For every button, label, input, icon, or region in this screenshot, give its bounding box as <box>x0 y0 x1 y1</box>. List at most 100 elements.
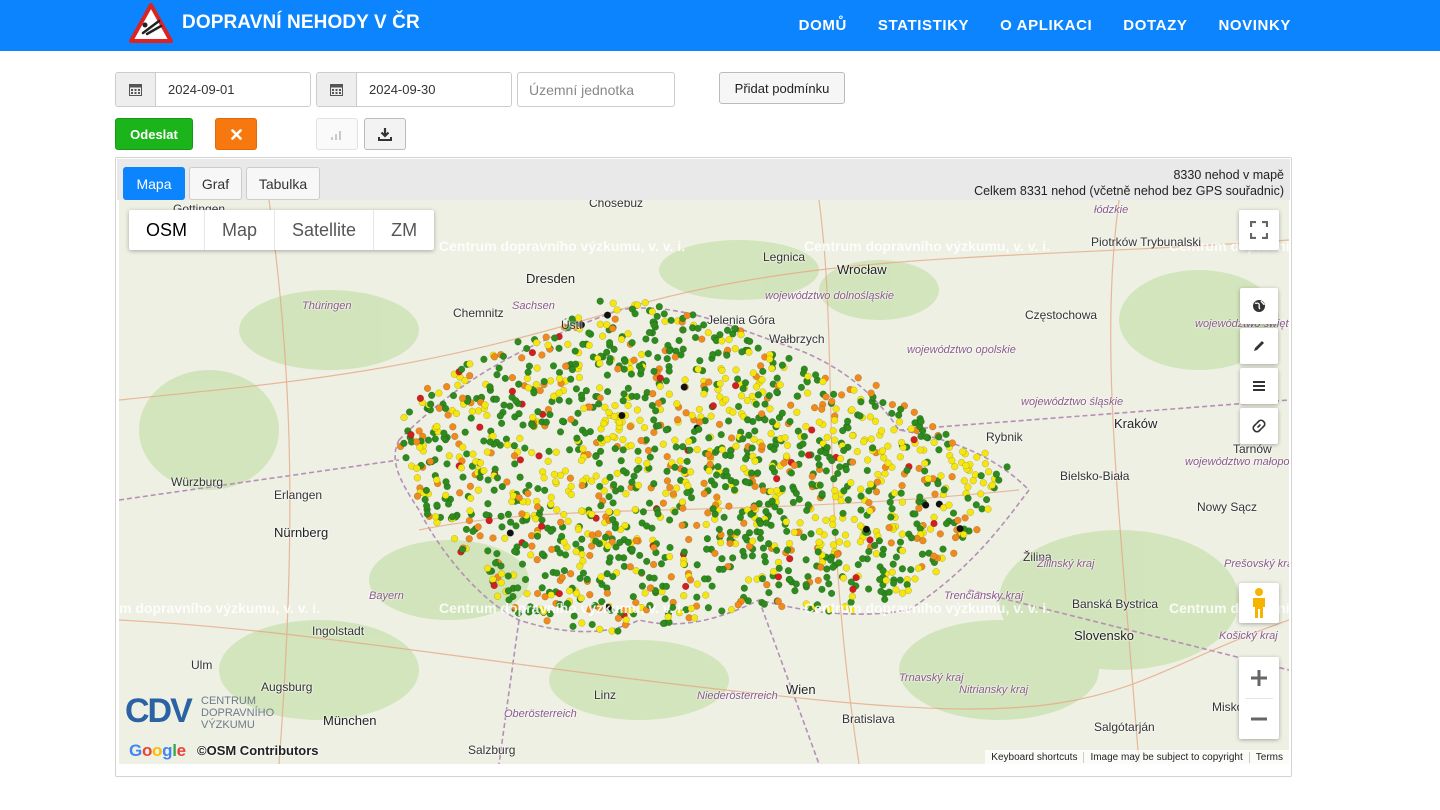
accident-point[interactable] <box>823 433 831 442</box>
accident-point[interactable] <box>547 500 555 508</box>
accident-point[interactable] <box>823 565 831 573</box>
accident-point[interactable] <box>886 498 894 506</box>
accident-point[interactable] <box>714 462 722 471</box>
accident-point[interactable] <box>558 573 566 582</box>
accident-point[interactable] <box>603 321 611 329</box>
accident-point[interactable] <box>839 574 848 582</box>
accident-point[interactable] <box>768 364 776 373</box>
accident-point[interactable] <box>911 575 919 583</box>
accident-point[interactable] <box>595 459 603 467</box>
clear-button[interactable] <box>215 118 257 150</box>
accident-point[interactable] <box>754 469 762 477</box>
share-link-button[interactable] <box>1240 408 1278 444</box>
accident-point[interactable] <box>592 537 600 545</box>
accident-point[interactable] <box>638 582 647 590</box>
accident-point[interactable] <box>552 448 560 456</box>
accident-point[interactable] <box>556 471 565 479</box>
accident-point[interactable] <box>730 486 739 494</box>
accident-point[interactable] <box>930 552 938 560</box>
accident-point[interactable] <box>865 498 873 507</box>
accident-point[interactable] <box>527 551 535 559</box>
accident-point[interactable] <box>929 423 937 431</box>
accident-point[interactable] <box>476 532 484 540</box>
accident-point[interactable] <box>683 311 691 320</box>
accident-point[interactable] <box>631 505 639 514</box>
accident-point[interactable] <box>831 493 840 501</box>
accident-point[interactable] <box>694 365 702 373</box>
accident-point[interactable] <box>921 467 929 475</box>
accident-point[interactable] <box>536 386 544 395</box>
accident-point[interactable] <box>754 391 763 399</box>
accident-point[interactable] <box>907 425 915 433</box>
accident-point[interactable] <box>518 560 527 568</box>
accident-point[interactable] <box>716 380 724 388</box>
accident-point[interactable] <box>428 391 436 399</box>
accident-point[interactable] <box>678 498 687 506</box>
accident-point[interactable] <box>555 589 563 598</box>
accident-point[interactable] <box>887 513 895 521</box>
accident-point[interactable] <box>868 444 877 452</box>
accident-point[interactable] <box>624 538 632 546</box>
accident-point[interactable] <box>907 565 915 574</box>
accident-point[interactable] <box>514 338 522 346</box>
nav-item-queries[interactable]: DOTAZY <box>1123 17 1187 34</box>
accident-point[interactable] <box>567 415 575 424</box>
accident-point[interactable] <box>665 552 674 561</box>
accident-point[interactable] <box>718 445 726 454</box>
accident-point[interactable] <box>435 444 443 453</box>
accident-point[interactable] <box>565 446 574 454</box>
accident-point[interactable] <box>617 485 625 493</box>
accident-point[interactable] <box>491 559 500 567</box>
accident-point[interactable] <box>624 330 632 338</box>
accident-point[interactable] <box>935 433 943 441</box>
accident-point[interactable] <box>896 576 904 584</box>
accident-point[interactable] <box>630 472 638 480</box>
accident-point[interactable] <box>555 368 564 377</box>
accident-point[interactable] <box>544 457 552 465</box>
accident-point[interactable] <box>896 538 905 546</box>
accident-point[interactable] <box>865 487 873 495</box>
accident-point[interactable] <box>480 355 488 363</box>
accident-point[interactable] <box>445 452 453 460</box>
accident-point[interactable] <box>618 411 626 420</box>
accident-point[interactable] <box>773 486 781 495</box>
accident-point[interactable] <box>850 386 858 394</box>
accident-point[interactable] <box>433 422 441 431</box>
accident-point[interactable] <box>533 556 541 564</box>
accident-point[interactable] <box>785 354 793 363</box>
accident-point[interactable] <box>548 545 556 554</box>
accident-point[interactable] <box>449 423 457 431</box>
accident-point[interactable] <box>422 502 431 510</box>
accident-point[interactable] <box>771 503 779 511</box>
accident-point[interactable] <box>659 499 668 507</box>
nav-item-statistics[interactable]: STATISTIKY <box>878 17 969 34</box>
accident-point[interactable] <box>514 584 522 592</box>
accident-point[interactable] <box>878 447 887 455</box>
accident-point[interactable] <box>981 460 990 468</box>
accident-point[interactable] <box>461 428 469 436</box>
accident-point[interactable] <box>895 418 904 426</box>
accident-point[interactable] <box>860 438 868 446</box>
accident-point[interactable] <box>783 546 792 554</box>
accident-point[interactable] <box>847 479 855 487</box>
accident-point[interactable] <box>736 513 745 521</box>
accident-point[interactable] <box>979 479 988 487</box>
accident-point[interactable] <box>815 538 823 546</box>
accident-point[interactable] <box>818 405 826 413</box>
accident-point[interactable] <box>756 528 765 537</box>
street-view-button[interactable] <box>1239 583 1279 623</box>
accident-point[interactable] <box>543 617 551 625</box>
accident-point[interactable] <box>709 505 717 513</box>
accident-point[interactable] <box>650 428 658 437</box>
accident-point[interactable] <box>489 575 497 584</box>
accident-point[interactable] <box>836 463 844 471</box>
accident-point[interactable] <box>800 432 809 441</box>
accident-point[interactable] <box>523 589 531 598</box>
accident-point[interactable] <box>665 390 674 398</box>
accident-point[interactable] <box>686 576 695 584</box>
accident-point[interactable] <box>898 481 906 490</box>
accident-point[interactable] <box>726 539 734 548</box>
accident-point[interactable] <box>696 357 704 365</box>
accident-point[interactable] <box>831 528 839 536</box>
accident-point[interactable] <box>872 550 881 558</box>
